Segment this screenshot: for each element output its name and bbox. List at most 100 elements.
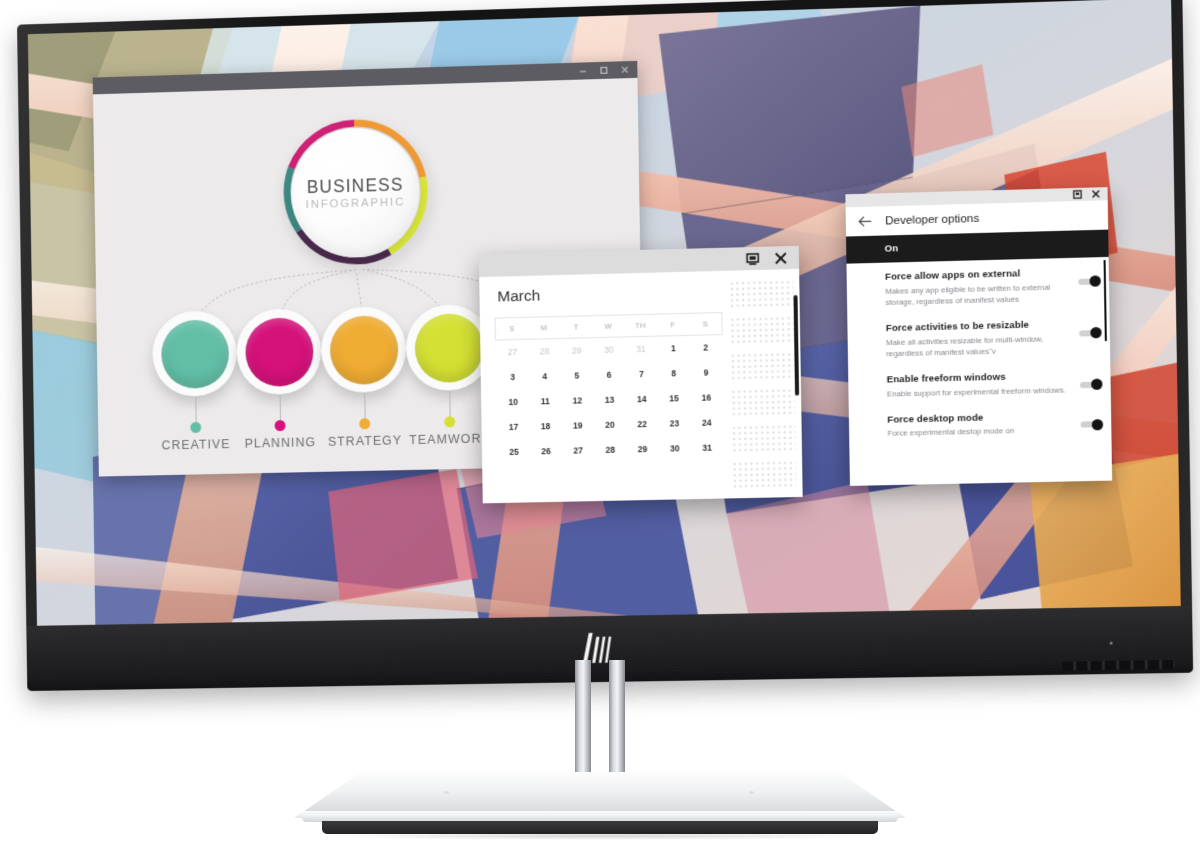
toggle-knob	[1091, 378, 1103, 391]
back-arrow-icon[interactable]	[858, 215, 873, 228]
calendar-day-cell[interactable]: 3	[496, 364, 528, 390]
ring-subtitle: INFOGRAPHIC	[305, 196, 406, 212]
node-strategy[interactable]: STRATEGY	[320, 305, 407, 449]
calendar-day-cell[interactable]: 31	[691, 434, 724, 460]
list-item[interactable]: Force desktop mode Force experimental de…	[887, 401, 1104, 446]
weekday-header: W	[604, 321, 613, 331]
toggle-knob	[1089, 275, 1101, 287]
calendar-day-cell[interactable]: 20	[594, 411, 627, 437]
calendar-day-cell[interactable]: 16	[690, 384, 723, 410]
calendar-day-cell[interactable]: 7	[625, 361, 658, 387]
calendar-window[interactable]: March S M T W TH F S 27 28 29 30 31 1 2 …	[478, 245, 803, 504]
screenshot-stage: BUSINESS INFOGRAPHIC CREATIVE PLANNING S…	[0, 0, 1200, 846]
calendar-day-cell[interactable]: 19	[561, 412, 594, 438]
calendar-day-cell[interactable]: 17	[497, 414, 529, 440]
calendar-day-cell[interactable]: 25	[498, 439, 530, 465]
minimize-button[interactable]	[577, 65, 588, 76]
list-item-text: Force allow apps on external Makes any a…	[885, 267, 1079, 308]
node-creative[interactable]: CREATIVE	[151, 310, 238, 452]
calendar-day-cell[interactable]: 23	[658, 410, 691, 436]
base-screw	[749, 791, 754, 794]
calendar-day-cell[interactable]: 24	[690, 409, 723, 435]
calendar-day-cell[interactable]: 28	[594, 436, 627, 462]
base-screw	[444, 791, 449, 794]
toggle-switch[interactable]	[1080, 419, 1104, 431]
weekday-header: S	[702, 319, 709, 329]
calendar-day-cell[interactable]: 15	[658, 385, 691, 411]
list-item[interactable]: Enable freeform windows Enable support f…	[886, 361, 1103, 406]
toggle-knob	[1090, 327, 1102, 339]
close-button[interactable]	[1091, 189, 1100, 198]
calendar-day-cell[interactable]: 27	[496, 339, 528, 365]
developer-options-list: Force allow apps on external Makes any a…	[846, 256, 1113, 486]
node-disc-fill	[413, 312, 484, 383]
calendar-weeks: 27 28 29 30 31 1 2 3 4 5 6 7 8 9 10 11 1…	[496, 334, 724, 464]
node-disc-fill	[329, 314, 399, 385]
calendar-day-cell[interactable]: 26	[530, 438, 563, 464]
dot-pattern-block	[731, 459, 797, 490]
calendar-side-placeholders	[728, 269, 803, 498]
calendar-body: March S M T W TH F S 27 28 29 30 31 1 2 …	[479, 268, 803, 504]
node-dot	[444, 416, 456, 428]
calendar-grid: S M T W TH F S 27 28 29 30 31 1 2 3 4 5 …	[494, 311, 724, 464]
restore-window-button[interactable]	[1073, 190, 1082, 199]
toggle-switch[interactable]	[1079, 327, 1102, 339]
calendar-day-cell[interactable]: 22	[626, 411, 659, 437]
calendar-day-cell[interactable]: 2	[689, 334, 722, 360]
node-planning[interactable]: PLANNING	[236, 307, 322, 451]
calendar-day-cell[interactable]: 1	[657, 335, 690, 361]
calendar-day-cell[interactable]: 30	[592, 336, 625, 362]
calendar-day-cell[interactable]: 28	[528, 338, 561, 364]
toggle-switch[interactable]	[1079, 378, 1103, 391]
calendar-day-cell[interactable]: 5	[561, 362, 594, 388]
maximize-button[interactable]	[598, 65, 609, 76]
calendar-day-cell[interactable]: 10	[497, 389, 529, 415]
calendar-day-cell[interactable]: 6	[593, 361, 626, 387]
list-item[interactable]: Force allow apps on external Makes any a…	[885, 257, 1101, 314]
calendar-main: March S M T W TH F S 27 28 29 30 31 1 2 …	[479, 271, 732, 504]
calendar-day-cell[interactable]: 29	[560, 337, 593, 363]
node-dot	[359, 418, 371, 430]
calendar-day-cell[interactable]: 12	[561, 387, 594, 413]
node-label: STRATEGY	[327, 433, 403, 449]
developer-options-window[interactable]: Developer options On Force allow apps on…	[845, 187, 1113, 486]
node-disc-fill	[160, 318, 229, 389]
calendar-day-cell[interactable]: 9	[690, 359, 723, 385]
list-item-description: Force experimental destop mode on	[887, 426, 1015, 439]
dot-pattern-block	[728, 279, 794, 309]
toggle-switch[interactable]	[1078, 275, 1101, 287]
dot-pattern-block	[729, 315, 795, 345]
calendar-day-cell[interactable]: 8	[657, 360, 690, 386]
calendar-day-cell[interactable]: 27	[562, 437, 595, 463]
close-button[interactable]	[774, 251, 788, 265]
list-item-description: Make all activities resizable for multi-…	[886, 334, 1044, 359]
dot-pattern-block	[730, 387, 796, 418]
calendar-day-cell[interactable]: 29	[626, 436, 659, 462]
power-led-indicator	[1109, 641, 1113, 645]
list-item-text: Force activities to be resizable Make al…	[886, 318, 1080, 359]
calendar-day-cell[interactable]: 31	[625, 336, 658, 362]
page-title: Developer options	[885, 212, 980, 227]
node-stem	[449, 390, 451, 419]
calendar-day-cell[interactable]: 18	[529, 413, 562, 439]
calendar-week-row: 25 26 27 28 29 30 31	[498, 434, 724, 464]
node-dot	[274, 420, 286, 432]
calendar-day-cell[interactable]: 13	[593, 386, 626, 412]
calendar-day-cell[interactable]: 14	[625, 386, 658, 412]
dot-pattern-block	[731, 423, 796, 454]
close-button[interactable]	[619, 64, 630, 75]
weekday-header: M	[540, 323, 548, 333]
list-item[interactable]: Force activities to be resizable Make al…	[886, 309, 1102, 366]
list-item-title: Enable freeform windows	[886, 371, 1006, 386]
node-label: TEAMWORK	[409, 431, 491, 448]
weekday-header: T	[573, 322, 579, 332]
calendar-day-cell[interactable]: 30	[659, 435, 692, 461]
list-item-title: Force desktop mode	[887, 412, 984, 426]
dot-pattern-block	[730, 351, 795, 382]
node-label: CREATIVE	[161, 437, 231, 453]
restore-window-button[interactable]	[745, 251, 759, 265]
calendar-day-cell[interactable]: 11	[529, 388, 562, 414]
calendar-day-cell[interactable]: 4	[529, 363, 562, 389]
node-stem	[279, 394, 281, 423]
stand-base-shadow	[324, 832, 876, 840]
